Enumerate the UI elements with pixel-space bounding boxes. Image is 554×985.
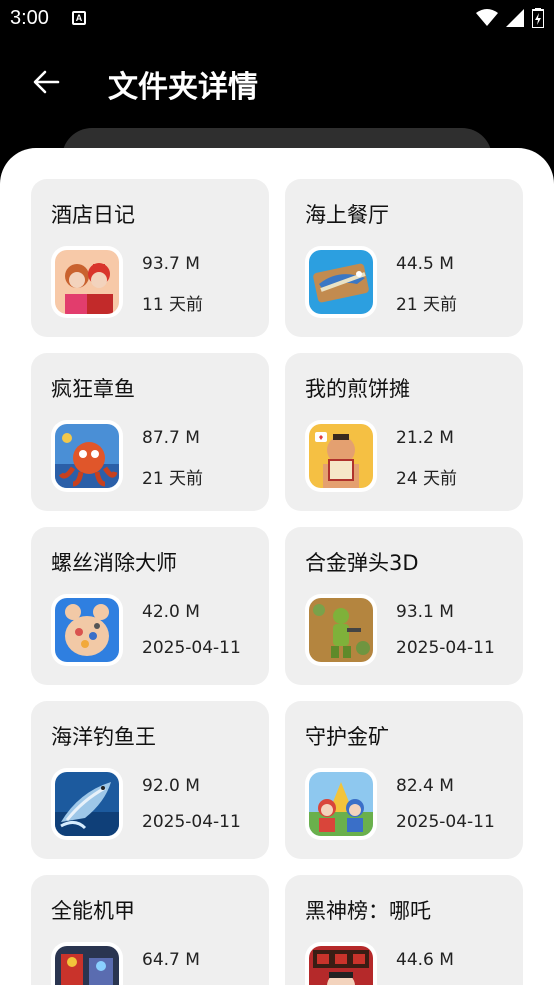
wifi-icon [476,9,498,26]
mecha-app-icon [51,942,123,985]
file-card[interactable]: 守护金矿 82.4 M 2025-04-11 [285,701,523,859]
back-button[interactable] [26,62,66,102]
file-size: 92.0 M [142,776,200,796]
metal-slug-app-icon [305,594,377,666]
fishing-king-app-icon [51,768,123,840]
file-size: 82.4 M [396,776,454,796]
file-card[interactable]: 海洋钓鱼王 92.0 M 2025-04-11 [31,701,269,859]
file-date: 24 天前 [396,469,458,489]
battery-icon [532,8,544,28]
file-size: 64.7 M [142,950,200,970]
nezha-app-icon [305,942,377,985]
file-name: 海上餐厅 [305,203,389,227]
app-bar: 文件夹详情 [0,40,554,128]
file-date: 21 天前 [142,469,204,489]
screw-master-app-icon [51,594,123,666]
file-date: 2025-04-11 [142,638,241,658]
file-size: 93.1 M [396,602,454,622]
sea-restaurant-app-icon [305,246,377,318]
file-card[interactable]: 海上餐厅 44.5 M 21 天前 [285,179,523,337]
file-card[interactable]: 全能机甲 64.7 M [31,875,269,985]
back-arrow-icon [33,70,60,94]
file-size: 42.0 M [142,602,200,622]
file-date: 21 天前 [396,295,458,315]
file-date: 11 天前 [142,295,204,315]
file-name: 黑神榜：哪吒 [305,899,431,923]
file-card[interactable]: 我的煎饼摊 21.2 M 24 天前 [285,353,523,511]
file-name: 螺丝消除大师 [51,551,177,575]
guard-gold-mine-app-icon [305,768,377,840]
file-name: 酒店日记 [51,203,135,227]
file-card[interactable]: 黑神榜：哪吒 44.6 M [285,875,523,985]
file-size: 93.7 M [142,254,200,274]
file-card[interactable]: 酒店日记 93.7 M 11 天前 [31,179,269,337]
pancake-stall-app-icon [305,420,377,492]
notification-icon: A [72,11,86,25]
signal-icon [506,9,524,27]
status-time: 3:00 [10,7,49,29]
file-date: 2025-04-11 [142,812,241,832]
status-bar: 3:00 A [0,0,554,40]
file-name: 合金弹头3D [305,551,419,575]
file-sheet: 酒店日记 93.7 M 11 天前 海上餐厅 44.5 M 21 天前 疯狂章鱼… [0,148,554,985]
file-card[interactable]: 螺丝消除大师 42.0 M 2025-04-11 [31,527,269,685]
file-size: 44.5 M [396,254,454,274]
file-size: 87.7 M [142,428,200,448]
file-name: 我的煎饼摊 [305,377,410,401]
page-title: 文件夹详情 [108,70,258,105]
file-name: 守护金矿 [305,725,389,749]
file-date: 2025-04-11 [396,638,495,658]
file-date: 2025-04-11 [396,812,495,832]
file-name: 疯狂章鱼 [51,377,135,401]
hotel-diary-app-icon [51,246,123,318]
file-card[interactable]: 合金弹头3D 93.1 M 2025-04-11 [285,527,523,685]
file-size: 44.6 M [396,950,454,970]
file-name: 全能机甲 [51,899,135,923]
file-card[interactable]: 疯狂章鱼 87.7 M 21 天前 [31,353,269,511]
file-size: 21.2 M [396,428,454,448]
file-name: 海洋钓鱼王 [51,725,156,749]
crazy-octopus-app-icon [51,420,123,492]
